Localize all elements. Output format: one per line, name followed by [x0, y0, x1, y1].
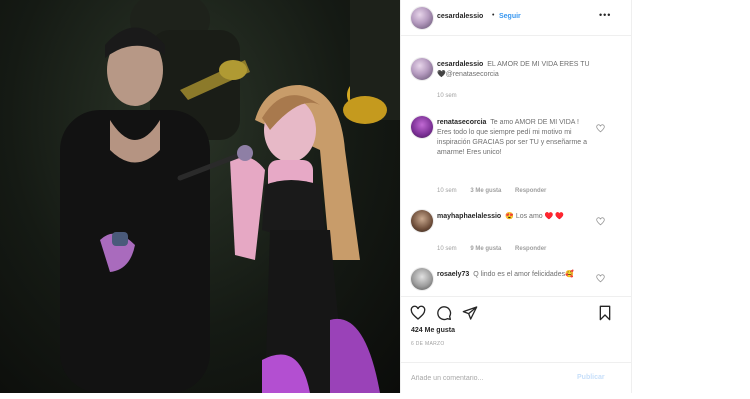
caption-time: 10 sem	[437, 93, 457, 99]
comment-input[interactable]	[411, 371, 561, 385]
author-avatar[interactable]	[411, 7, 433, 29]
caption-meta: 10 sem	[437, 93, 469, 99]
comments-list[interactable]: cesardalessio EL AMOR DE MI VIDA ERES TU…	[401, 36, 633, 296]
post-photo[interactable]	[0, 0, 400, 393]
comment-text: Q lindo es el amor felicidades🥰	[473, 271, 574, 278]
comment-icon[interactable]	[436, 305, 452, 321]
caption-avatar[interactable]	[411, 58, 433, 80]
comment-likes[interactable]: 3 Me gusta	[470, 188, 501, 194]
comment-username[interactable]: renatasecorcia	[437, 119, 486, 126]
comment-text-block: rosaely73 Q lindo es el amor felicidades…	[437, 270, 595, 280]
follow-button[interactable]: Seguir	[499, 13, 521, 20]
concert-photo-illustration	[60, 0, 400, 393]
post-date: 6 DE MARZO	[411, 341, 445, 347]
instagram-post: cesardalessio • Seguir ••• cesardalessio…	[0, 0, 750, 399]
reply-button[interactable]: Responder	[515, 246, 546, 252]
comment-avatar[interactable]	[411, 210, 433, 232]
post-details-panel: cesardalessio • Seguir ••• cesardalessio…	[400, 0, 633, 393]
heart-icon[interactable]	[410, 305, 426, 321]
comment-username[interactable]: rosaely73	[437, 271, 469, 278]
comment-like-heart-icon[interactable]	[596, 217, 605, 226]
page-background	[632, 0, 750, 399]
comment-like-heart-icon[interactable]	[596, 124, 605, 133]
comment-meta: 10 sem 9 Me gusta Responder	[437, 246, 558, 252]
post-header: cesardalessio • Seguir •••	[401, 0, 633, 36]
comment-like-heart-icon[interactable]	[596, 274, 605, 283]
bookmark-icon[interactable]	[597, 305, 613, 321]
comment-text-block: mayhaphaelalessio 😍 Los amo ♥️ ♥️	[437, 212, 595, 222]
author-username[interactable]: cesardalessio	[437, 13, 483, 20]
share-icon[interactable]	[462, 305, 478, 321]
comment-username[interactable]: mayhaphaelalessio	[437, 213, 501, 220]
comment-likes[interactable]: 9 Me gusta	[470, 246, 501, 252]
comment-text: 😍 Los amo ♥️ ♥️	[505, 213, 564, 220]
add-comment-bar: Publicar	[401, 362, 633, 393]
reply-button[interactable]: Responder	[515, 188, 546, 194]
more-options-icon[interactable]: •••	[599, 10, 611, 20]
comment-time: 10 sem	[437, 188, 457, 194]
likes-count[interactable]: 424 Me gusta	[411, 327, 455, 334]
header-separator: •	[492, 12, 495, 19]
post-actions: 424 Me gusta 6 DE MARZO	[401, 296, 633, 356]
comment-text-block: renatasecorcia Te amo AMOR DE MI VIDA ! …	[437, 118, 595, 158]
comment-avatar[interactable]	[411, 116, 433, 138]
comment-meta: 10 sem 3 Me gusta Responder	[437, 188, 558, 194]
caption-text-block: cesardalessio EL AMOR DE MI VIDA ERES TU…	[437, 60, 595, 80]
caption-username[interactable]: cesardalessio	[437, 61, 483, 68]
comment-time: 10 sem	[437, 246, 457, 252]
comment-avatar[interactable]	[411, 268, 433, 290]
publish-button[interactable]: Publicar	[577, 374, 605, 381]
